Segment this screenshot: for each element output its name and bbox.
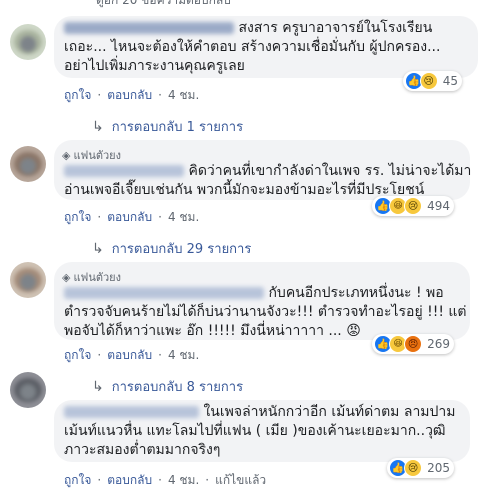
like-button[interactable]: ถูกใจ (64, 88, 91, 102)
avatar[interactable] (10, 24, 46, 60)
comment-line: สงสาร ครูบาอาจารย์ในโรงเรียน (238, 20, 433, 36)
diamond-icon: ◈ (62, 270, 71, 284)
reply-arrow-icon: ↳ (92, 118, 104, 135)
comment-line: เถอะ... ไหนจะต้องให้คำตอบ สร้างความเชื่อ… (64, 39, 441, 55)
reply-button[interactable]: ตอบกลับ (107, 473, 152, 487)
reaction-count: 45 (442, 74, 458, 88)
timestamp[interactable]: 4 ชม. (168, 473, 199, 487)
sad-icon: 😢 (404, 197, 423, 215)
comment-line: ภาวะสมองต่ำตมมากจริงๆ (64, 442, 221, 458)
blurred-name (64, 406, 199, 418)
comment-actions: ถูกใจ · ตอบกลับ · 4 ชม. (64, 348, 200, 362)
comment-bubble: สงสาร ครูบาอาจารย์ในโรงเรียน เถอะ... ไหน… (54, 16, 478, 91)
comment-line: พอจับได้ก็หาว่าแพะ อ๊ก !!!!! มึงนี่หน่าา… (64, 323, 342, 339)
timestamp[interactable]: 4 ชม. (168, 88, 199, 102)
reply-arrow-icon: ↳ (92, 240, 104, 257)
sad-icon: 😢 (419, 72, 438, 90)
like-button[interactable]: ถูกใจ (64, 210, 91, 224)
comment-line: คิดว่าคนที่เขากำลังด่าในเพจ รร. ไม่น่าจะ… (188, 163, 472, 179)
comment-bubble: ◈ แฟนตัวยง กับคนอีกประเภทหนึ่งนะ ! พอ ตำร… (54, 262, 470, 354)
reply-button[interactable]: ตอบกลับ (107, 88, 152, 102)
like-button[interactable]: ถูกใจ (64, 348, 91, 362)
comment-line: ตำรวจจับคนร้ายไม่ได้ก็บ่นว่านานจังวะ!!! … (64, 304, 467, 320)
blurred-name (64, 287, 264, 299)
timestamp[interactable]: 4 ชม. (168, 210, 199, 224)
top-cut-text[interactable]: ดูอีก 20 ข้อความตอบกลับ (96, 0, 231, 10)
angry-icon: 😠 (404, 335, 423, 353)
comment-actions: ถูกใจ · ตอบกลับ · 4 ชม. · แก้ไขแล้ว (64, 473, 267, 487)
comment-line: เม้นท์แนวหื่น แทะโลมไปที่แฟน ( เมีย )ของ… (64, 423, 446, 439)
reaction-summary[interactable]: 👍 😢 205 (387, 458, 454, 478)
comment-line: กับคนอีกประเภทหนึ่งนะ ! พอ (268, 285, 444, 301)
diamond-icon: ◈ (62, 148, 71, 162)
replies-label: การตอบกลับ 8 รายการ (111, 380, 244, 395)
replies-label: การตอบกลับ 1 รายการ (111, 120, 244, 135)
reply-button[interactable]: ตอบกลับ (107, 348, 152, 362)
avatar[interactable] (10, 372, 46, 408)
avatar[interactable] (10, 262, 46, 298)
avatar[interactable] (10, 146, 46, 182)
view-replies-link[interactable]: ↳ การตอบกลับ 29 รายการ (92, 238, 251, 259)
reaction-count: 205 (427, 461, 450, 475)
blurred-name (64, 22, 234, 34)
reaction-summary[interactable]: 👍 😢 45 (402, 71, 462, 91)
comment-actions: ถูกใจ · ตอบกลับ · 4 ชม. (64, 210, 200, 224)
comment-line: ในเพจล่าหนักกว่าอีก เม้นท์ด่าตม ลามปาม (203, 404, 456, 420)
like-button[interactable]: ถูกใจ (64, 473, 91, 487)
reaction-count: 494 (427, 199, 450, 213)
reply-button[interactable]: ตอบกลับ (107, 210, 152, 224)
timestamp[interactable]: 4 ชม. (168, 348, 199, 362)
reply-arrow-icon: ↳ (92, 378, 104, 395)
view-replies-link[interactable]: ↳ การตอบกลับ 8 รายการ (92, 376, 243, 397)
comment-bubble: ในเพจล่าหนักกว่าอีก เม้นท์ด่าตม ลามปาม เ… (54, 400, 470, 478)
angry-emoji-icon: 😡 (346, 323, 361, 339)
comment-actions: ถูกใจ · ตอบกลับ · 4 ชม. (64, 88, 200, 102)
comment-bubble: ◈ แฟนตัวยง คิดว่าคนที่เขากำลังด่าในเพจ รร… (54, 140, 472, 216)
view-replies-link[interactable]: ↳ การตอบกลับ 1 รายการ (92, 116, 243, 137)
blurred-name (64, 165, 184, 177)
reaction-summary[interactable]: 👍 😆 😢 494 (372, 196, 454, 216)
replies-label: การตอบกลับ 29 รายการ (111, 242, 252, 257)
reaction-summary[interactable]: 👍 😆 😠 269 (372, 334, 454, 354)
edited-label[interactable]: แก้ไขแล้ว (215, 473, 266, 487)
sad-icon: 😢 (404, 459, 423, 477)
comment-line: อ่านเพจอีเจี๊ยบเช่นกัน พวกนี้มักจะมองข้า… (64, 182, 425, 198)
reaction-count: 269 (427, 337, 450, 351)
comment-line: อย่าไปเพิ่มภาระงานคุณครูเลย (64, 58, 245, 74)
